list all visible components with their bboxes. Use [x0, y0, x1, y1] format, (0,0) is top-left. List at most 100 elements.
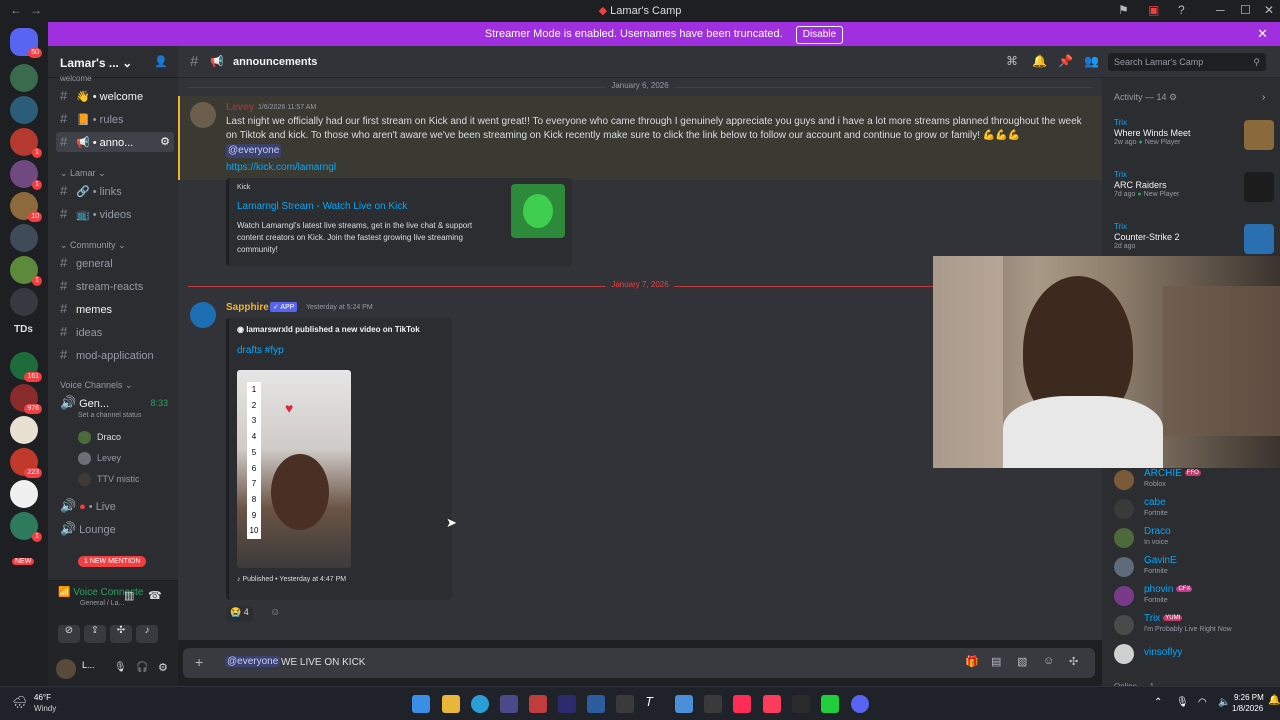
- server-icon[interactable]: [10, 480, 38, 508]
- server-icon[interactable]: 1: [10, 256, 42, 286]
- channel-stream-reacts[interactable]: # stream-reacts: [56, 276, 174, 296]
- category-lamar[interactable]: ⌄ Lamar ⌄: [60, 168, 106, 179]
- channel-ideas[interactable]: # ideas: [56, 322, 174, 342]
- app-icon[interactable]: [675, 695, 693, 713]
- settings-icon[interactable]: ⚙: [160, 132, 170, 152]
- app-icon[interactable]: [821, 695, 839, 713]
- voice-channel-live[interactable]: 🔊 ● • Live: [56, 496, 174, 516]
- clock-date[interactable]: 1/8/2026: [1232, 704, 1263, 713]
- bell-icon[interactable]: 🔔: [1032, 54, 1047, 68]
- search-input[interactable]: Search Lamar's Camp ⚲: [1108, 53, 1266, 71]
- activities-icon[interactable]: ✣: [110, 625, 132, 643]
- screen-share-icon[interactable]: ▣: [1148, 3, 1159, 17]
- clock-time[interactable]: 9:26 PM: [1234, 693, 1264, 702]
- chevron-right-icon[interactable]: ›: [1262, 92, 1265, 103]
- gift-icon[interactable]: 🎁: [965, 655, 979, 668]
- user-name[interactable]: L...: [82, 660, 95, 670]
- music-icon[interactable]: [763, 695, 781, 713]
- app-icon[interactable]: 𝑇: [646, 695, 664, 713]
- user-settings-icon[interactable]: ⚙: [158, 661, 168, 674]
- apps-icon[interactable]: ✣: [1069, 655, 1078, 668]
- close-icon[interactable]: ✕: [1264, 3, 1274, 17]
- server-icon[interactable]: 1: [10, 160, 42, 190]
- disable-button[interactable]: Disable: [795, 26, 844, 44]
- epic-games-icon[interactable]: [792, 695, 810, 713]
- channel-general[interactable]: # general: [56, 253, 174, 273]
- server-icon[interactable]: 1: [10, 128, 42, 158]
- server-icon[interactable]: 976: [10, 384, 42, 414]
- server-icon[interactable]: 223: [10, 448, 42, 478]
- server-icon[interactable]: 161: [10, 352, 42, 382]
- server-icon[interactable]: [10, 224, 38, 252]
- video-thumbnail[interactable]: 1 2 3 4 5 6 7 8 9 10 ♥: [237, 370, 351, 568]
- mic-icon[interactable]: 🎙: [114, 662, 127, 673]
- avatar[interactable]: [190, 302, 216, 328]
- message-author[interactable]: Sapphire: [226, 302, 269, 313]
- maximize-icon[interactable]: ☐: [1240, 3, 1251, 17]
- new-pill[interactable]: NEW: [12, 558, 35, 565]
- threads-icon[interactable]: ⌘: [1006, 54, 1018, 68]
- premiere-icon[interactable]: [558, 695, 576, 713]
- help-icon[interactable]: ?: [1178, 3, 1185, 17]
- embed-author[interactable]: ◉ lamarswrxld published a new video on T…: [237, 325, 420, 334]
- add-reaction-icon[interactable]: ☺: [270, 607, 280, 618]
- mic-tray-icon[interactable]: 🎙: [1176, 697, 1189, 708]
- weather-text[interactable]: Windy: [34, 704, 56, 713]
- app-icon[interactable]: [587, 695, 605, 713]
- file-explorer-icon[interactable]: [442, 695, 460, 713]
- tray-chevron-icon[interactable]: ⌃: [1154, 697, 1162, 708]
- channel-announcements[interactable]: # 📢 • anno... ⚙: [56, 132, 174, 152]
- server-icon[interactable]: [10, 96, 38, 124]
- message-composer[interactable]: + @everyone WE LIVE ON KICK 🎁 ▤ ▧ ☺ ✣: [183, 648, 1095, 678]
- app-icon[interactable]: [704, 695, 722, 713]
- notification-icon[interactable]: 🔔: [1268, 695, 1280, 706]
- channel-rules[interactable]: # 📙 • rules: [56, 109, 174, 129]
- store-icon[interactable]: [500, 695, 518, 713]
- minimize-icon[interactable]: ─: [1216, 3, 1225, 17]
- start-icon[interactable]: [412, 695, 430, 713]
- discord-icon[interactable]: [851, 695, 869, 713]
- tiktok-icon[interactable]: [733, 695, 751, 713]
- tds-folder[interactable]: TDs: [14, 324, 33, 335]
- attach-plus-icon[interactable]: +: [195, 654, 203, 670]
- message-author[interactable]: Levey: [226, 102, 254, 113]
- weather-temp[interactable]: 46°F: [34, 693, 51, 702]
- avatar[interactable]: [56, 659, 76, 679]
- activity-header[interactable]: Activity — 14 ⚙: [1114, 92, 1177, 103]
- category-voice[interactable]: Voice Channels ⌄: [60, 380, 133, 391]
- banner-close-icon[interactable]: ✕: [1257, 22, 1268, 46]
- soundboard-icon[interactable]: ♪: [136, 625, 158, 643]
- invite-icon[interactable]: 👤: [154, 55, 168, 68]
- server-icon[interactable]: 1: [10, 512, 42, 542]
- server-icon[interactable]: [10, 288, 38, 316]
- members-icon[interactable]: 👥: [1084, 54, 1099, 68]
- dm-home-icon[interactable]: 50: [10, 28, 42, 58]
- embed-title[interactable]: Lamarngl Stream - Watch Live on Kick: [237, 201, 407, 212]
- channel-videos[interactable]: # 📺 • videos: [56, 204, 174, 224]
- noise-icon[interactable]: ▥: [124, 589, 134, 602]
- reaction-button[interactable]: 😭 4: [226, 606, 253, 622]
- server-icon[interactable]: 10: [10, 192, 42, 222]
- gif-icon[interactable]: ▤: [991, 655, 1001, 668]
- camera-off-icon[interactable]: ⊘: [58, 625, 80, 643]
- activity-item[interactable]: Trix Where Winds Meet 2w ago ● New Playe…: [1114, 118, 1274, 150]
- kick-link[interactable]: https://kick.com/lamarngl: [226, 162, 336, 173]
- pin-icon[interactable]: 📌: [1058, 54, 1073, 68]
- channel-memes[interactable]: # memes: [56, 299, 174, 319]
- emoji-icon[interactable]: ☺: [1043, 655, 1054, 667]
- edge-icon[interactable]: [471, 695, 489, 713]
- server-icon[interactable]: [10, 64, 38, 92]
- embed-title[interactable]: drafts #fyp: [237, 345, 284, 356]
- wifi-icon[interactable]: ◠: [1198, 697, 1207, 708]
- voice-user[interactable]: Draco: [78, 430, 121, 445]
- share-screen-icon[interactable]: ⇪: [84, 625, 106, 643]
- voice-channel-lounge[interactable]: 🔊 Lounge: [56, 519, 174, 539]
- volume-icon[interactable]: 🔈: [1218, 697, 1230, 708]
- channel-mod-application[interactable]: # mod-application: [56, 345, 174, 365]
- mention-everyone[interactable]: @everyone: [226, 144, 282, 158]
- voice-user[interactable]: Levey: [78, 451, 121, 466]
- app-icon[interactable]: [529, 695, 547, 713]
- app-icon[interactable]: [616, 695, 634, 713]
- activity-item[interactable]: Trix Counter-Strike 2 2d ago: [1114, 222, 1274, 254]
- weather-icon[interactable]: 🌧: [12, 695, 27, 709]
